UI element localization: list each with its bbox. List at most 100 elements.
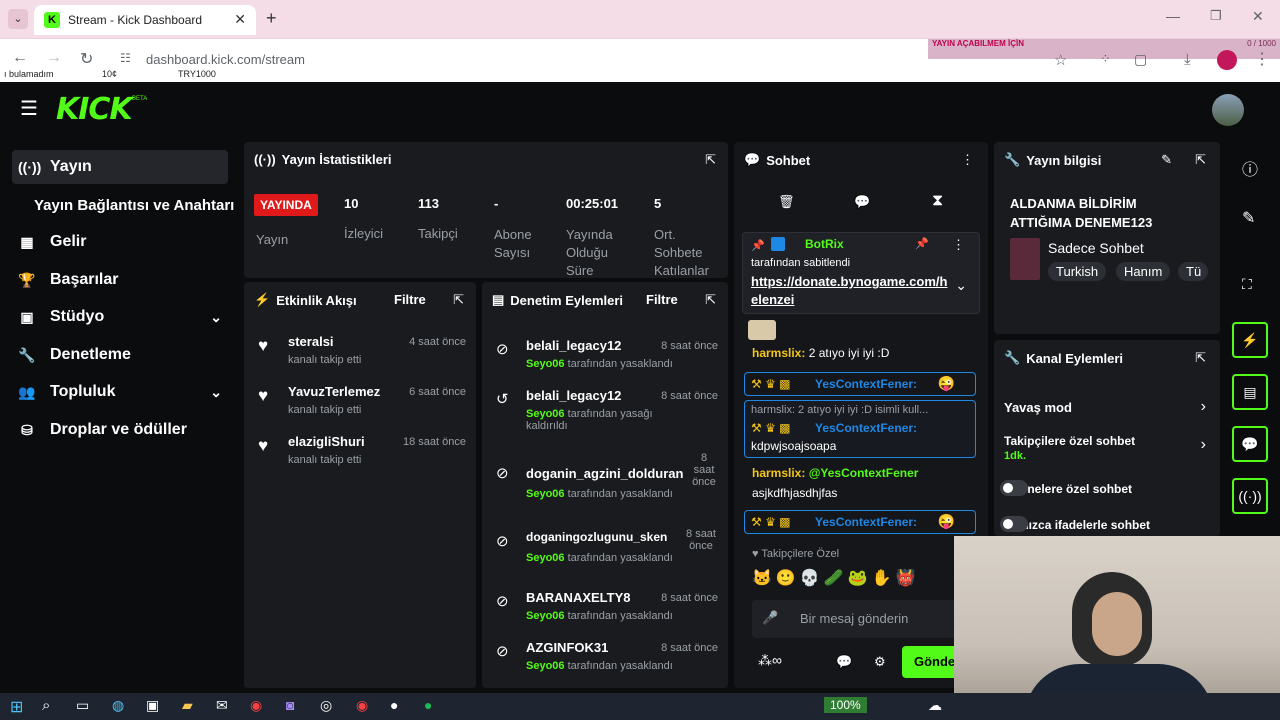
reply-preview[interactable]: harmslix: 2 atıyo iyi iyi :D isimli kull… [751, 404, 973, 416]
tab-list-icon[interactable]: ⌄ [8, 9, 28, 29]
sidebar-item-gelir[interactable]: ▦ Gelir [12, 225, 228, 259]
search-icon[interactable]: ⌕ [42, 697, 50, 714]
tag-chip[interactable]: Turkish [1048, 262, 1107, 281]
sidebar-item-stream-key[interactable]: Yayın Bağlantısı ve Anahtarı [28, 188, 244, 222]
sidebar-item-droplar[interactable]: ⛁ Droplar ve ödüller [12, 413, 228, 447]
steam-icon[interactable]: ◎ [320, 697, 332, 714]
new-tab-icon[interactable]: + [266, 8, 277, 29]
sidebar-item-denetleme[interactable]: 🔧 Denetleme [12, 338, 228, 372]
chat-menu-icon[interactable]: ⋮ [961, 152, 974, 168]
edit-icon[interactable]: ✎ [1161, 152, 1172, 168]
chat-bubble-icon[interactable]: 💬 [836, 654, 852, 670]
filter-button[interactable]: Filtre [646, 292, 678, 307]
chat-mention[interactable]: @YesContextFener [809, 466, 919, 480]
tag-chip[interactable]: Tü [1178, 262, 1208, 281]
popout-icon[interactable]: ⇱ [705, 152, 716, 168]
emote-only-toggle[interactable] [1000, 516, 1028, 532]
screen-capture-icon[interactable]: ⛶ [1242, 276, 1252, 293]
obs-icon[interactable]: ● [390, 697, 398, 713]
mail-icon[interactable]: ✉ [216, 697, 228, 714]
reload-icon[interactable]: ↻ [80, 49, 93, 69]
rail-lightning-button[interactable]: ⚡ [1232, 322, 1268, 358]
pinned-user[interactable]: BotRix [805, 237, 844, 251]
site-settings-icon[interactable]: ☷ [120, 51, 131, 65]
mod-target[interactable]: AZGINFOK31 [526, 640, 608, 655]
tab-search-icon[interactable]: ▢ [1134, 51, 1147, 68]
mod-target[interactable]: belali_legacy12 [526, 338, 621, 353]
rail-broadcast-button[interactable]: ((·)) [1232, 478, 1268, 514]
bookmark-star-icon[interactable]: ☆ [1054, 51, 1067, 69]
browser-tab[interactable]: K Stream - Kick Dashboard ✕ [34, 5, 256, 35]
activity-user[interactable]: YavuzTerlemez [288, 384, 380, 399]
back-icon[interactable]: ← [12, 49, 28, 67]
gear-icon[interactable]: ⚙ [874, 654, 886, 670]
chat-user[interactable]: harmslix: [752, 466, 805, 480]
hamburger-icon[interactable]: ☰ [20, 96, 38, 121]
hourglass-icon[interactable]: ⧗ [932, 192, 943, 210]
edge-icon[interactable]: ◍ [112, 697, 124, 714]
folder-icon[interactable]: ▰ [182, 697, 193, 714]
action-slow-mode[interactable]: Yavaş mod › [1004, 398, 1210, 422]
filter-button[interactable]: Filtre [394, 292, 426, 307]
maximize-icon[interactable]: ❐ [1210, 8, 1222, 24]
points-icon[interactable]: ⁂∞ [758, 652, 782, 669]
chrome-profile-icon[interactable]: ◉ [356, 697, 368, 714]
chat-user[interactable]: harmslix: [752, 346, 805, 360]
mod-moderator[interactable]: Seyo06 [526, 552, 565, 564]
window-close-icon[interactable]: ✕ [1252, 8, 1264, 25]
bookmark-2[interactable]: 10¢ [102, 69, 117, 79]
mod-moderator[interactable]: Seyo06 [526, 358, 565, 370]
pinned-menu-icon[interactable]: ⋮ [952, 237, 965, 253]
sidebar-item-yayin[interactable]: ((·)) Yayın [12, 150, 228, 184]
chat-user[interactable]: YesContextFener: [815, 421, 917, 435]
emote-row[interactable]: 🐱🙂💀🥒🐸✋👹 [752, 568, 919, 588]
mod-moderator[interactable]: Seyo06 [526, 610, 565, 622]
chat-user[interactable]: YesContextFener: [815, 377, 917, 391]
menu-dots-icon[interactable]: ⋮ [1254, 49, 1270, 69]
mod-target[interactable]: BARANAXELTY8 [526, 590, 631, 605]
rail-document-button[interactable]: ▤ [1232, 374, 1268, 410]
unpin-icon[interactable]: 📌 [915, 237, 929, 250]
discord-icon[interactable]: ◙ [286, 697, 294, 713]
windows-start-icon[interactable]: ⊞ [10, 697, 23, 717]
activity-user[interactable]: steralsi [288, 334, 334, 349]
url-text[interactable]: dashboard.kick.com/stream [146, 52, 305, 67]
chrome-icon[interactable]: ◉ [250, 697, 262, 714]
popout-icon[interactable]: ⇱ [453, 292, 464, 308]
category-name[interactable]: Sadece Sohbet [1048, 240, 1144, 256]
spotify-icon[interactable]: ● [424, 697, 432, 713]
store-icon[interactable]: ▣ [146, 697, 159, 714]
sidebar-item-studyo[interactable]: ▣ Stüdyo ⌄ [12, 300, 228, 334]
popout-icon[interactable]: ⇱ [1195, 152, 1206, 168]
bookmark-3[interactable]: TRY1000 [178, 69, 216, 79]
activity-user[interactable]: elazigliShuri [288, 434, 365, 449]
chevron-down-icon[interactable]: ⌄ [955, 277, 967, 294]
rail-chat-button[interactable]: 💬 [1232, 426, 1268, 462]
forward-icon[interactable]: → [46, 49, 62, 67]
popout-icon[interactable]: ⇱ [1195, 350, 1206, 366]
user-avatar[interactable] [1212, 94, 1244, 126]
kick-logo[interactable]: KICK [56, 92, 133, 127]
mod-target[interactable]: belali_legacy12 [526, 388, 621, 403]
bookmark-1[interactable]: ı bulamadım [4, 69, 54, 79]
chat-user[interactable]: YesContextFener: [815, 515, 917, 529]
send-button[interactable]: Gönder [902, 646, 962, 678]
task-view-icon[interactable]: ▭ [76, 697, 89, 714]
mod-moderator[interactable]: Seyo06 [526, 660, 565, 672]
profile-avatar[interactable] [1217, 50, 1237, 70]
mod-moderator[interactable]: Seyo06 [526, 488, 565, 500]
tag-chip[interactable]: Hanım [1116, 262, 1171, 281]
battery-indicator[interactable]: 100% [824, 697, 867, 713]
close-tab-icon[interactable]: ✕ [234, 11, 246, 28]
info-icon[interactable]: ⓘ [1242, 156, 1258, 180]
pencil-icon[interactable]: ✎ [1242, 208, 1255, 228]
subscribers-only-toggle[interactable] [1000, 480, 1028, 496]
download-icon[interactable]: ⤓ [1184, 51, 1191, 68]
pinned-link[interactable]: https://donate.bynogame.com/helenzei [751, 273, 951, 309]
minimize-icon[interactable]: — [1166, 8, 1180, 24]
mod-target[interactable]: doganingozlugunu_sken [526, 530, 667, 544]
action-followers-only[interactable]: Takipçilere özel sohbet 1dk. › [1004, 432, 1210, 468]
mod-moderator[interactable]: Seyo06 [526, 408, 565, 420]
popout-icon[interactable]: ⇱ [705, 292, 716, 308]
extensions-icon[interactable]: ⁘ [1100, 51, 1111, 67]
